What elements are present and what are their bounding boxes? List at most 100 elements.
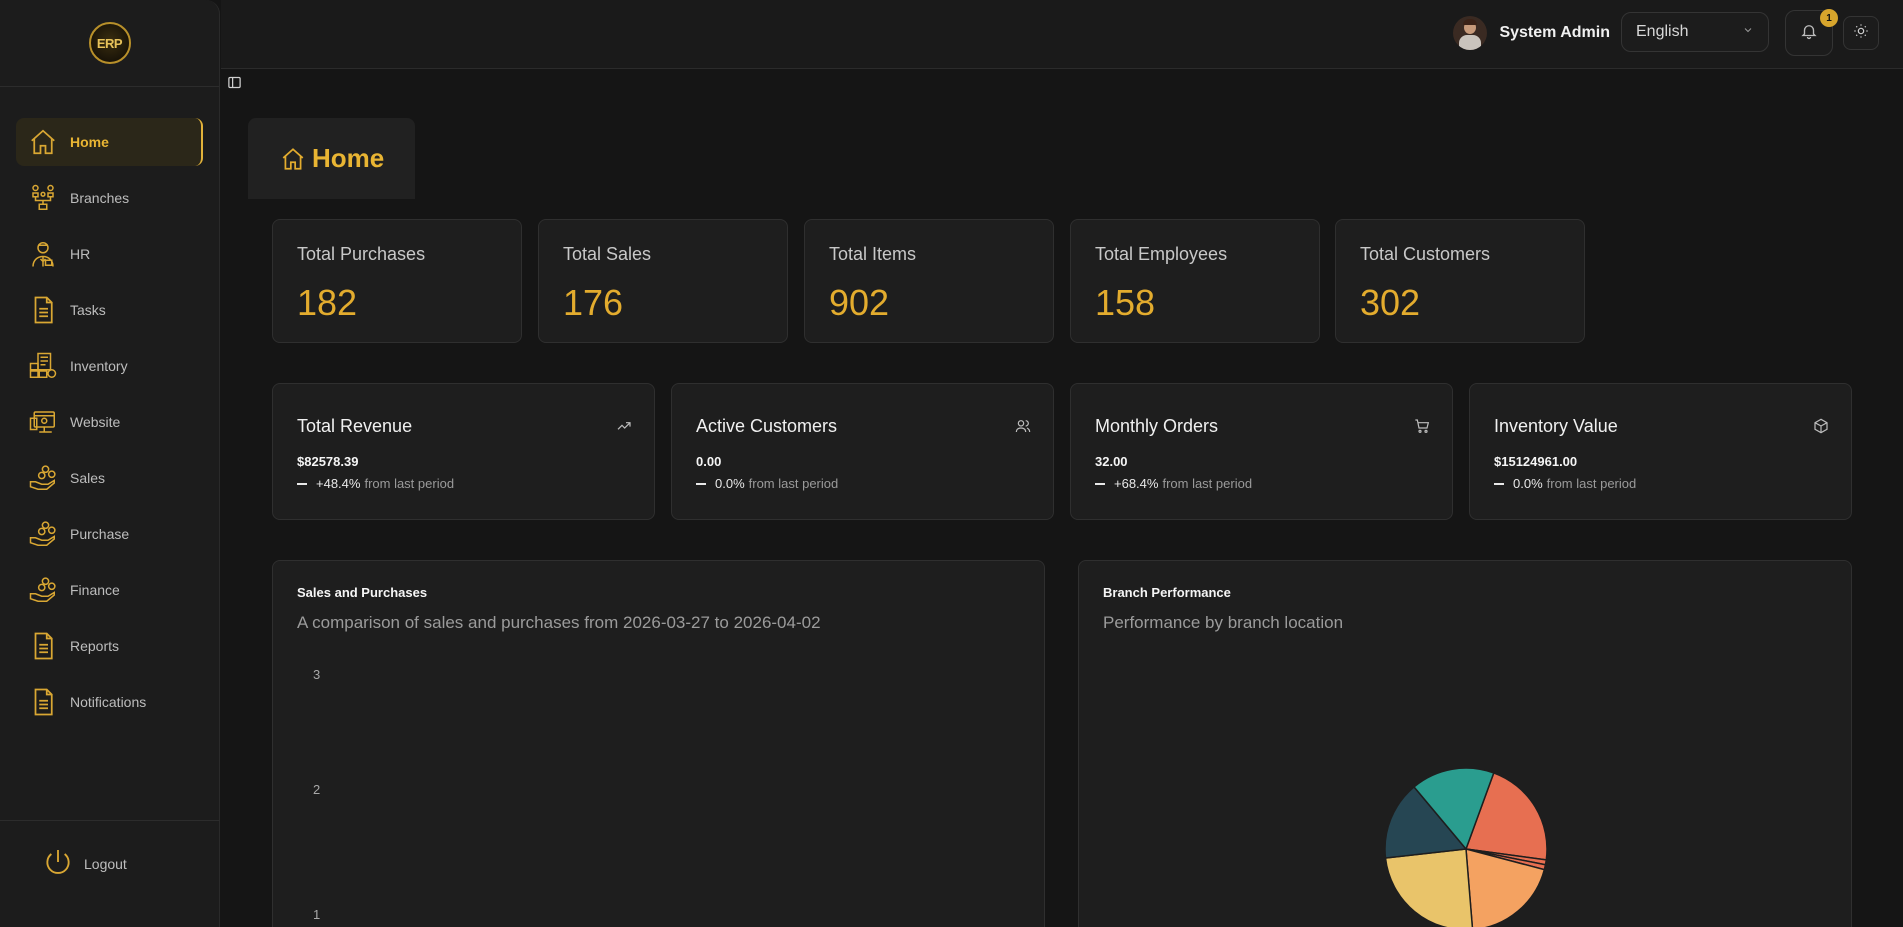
sidebar-item-sales[interactable]: Sales [16, 454, 203, 502]
stat-card-items: Total Items 902 [804, 219, 1054, 343]
branches-icon [28, 183, 58, 213]
sidebar-item-finance[interactable]: Finance [16, 566, 203, 614]
inventory-icon [28, 351, 58, 381]
sidebar-item-website[interactable]: Website [16, 398, 203, 446]
minus-icon [297, 482, 307, 485]
sidebar-item-inventory[interactable]: Inventory [16, 342, 203, 390]
kpi-value: 0.00 [696, 454, 722, 469]
stat-value: 182 [297, 282, 358, 323]
erp-logo[interactable]: ERP [88, 22, 131, 64]
topbar: System Admin English 1 [221, 0, 1903, 69]
home-icon [28, 127, 58, 157]
document-icon [28, 687, 58, 717]
notification-badge: 1 [1820, 9, 1838, 27]
sidebar-item-label: Finance [70, 582, 120, 598]
sidebar-footer: Logout [0, 820, 220, 927]
page-title-text: Home [312, 143, 385, 173]
users-icon [1015, 418, 1031, 439]
sidebar-item-label: Home [70, 134, 109, 150]
kpi-change: +48.4% from last period [297, 476, 454, 491]
kpi-value: $15124961.00 [1494, 454, 1578, 469]
kpi-change-percent: +68.4% [1114, 476, 1159, 491]
branch-performance-chart-card: Branch Performance Performance by branch… [1078, 560, 1852, 927]
kpi-change-suffix: from last period [748, 476, 839, 491]
stat-card-customers: Total Customers 302 [1335, 219, 1585, 343]
sidebar-item-notifications[interactable]: Notifications [16, 678, 203, 726]
kpi-change-percent: 0.0% [715, 476, 745, 491]
minus-icon [1095, 482, 1105, 485]
sales-purchases-chart-card: Sales and Purchases A comparison of sale… [272, 560, 1045, 927]
sidebar-item-label: HR [70, 246, 91, 262]
sidebar-item-label: Reports [70, 638, 120, 654]
sidebar-item-label: Branches [70, 190, 130, 206]
stat-label: Total Items [829, 244, 917, 264]
hr-icon [28, 239, 58, 269]
sidebar-item-hr[interactable]: HR [16, 230, 203, 278]
kpi-change-percent: 0.0% [1513, 476, 1543, 491]
sidebar-item-label: Tasks [70, 302, 106, 318]
stat-value: 158 [1095, 282, 1156, 323]
logo-area: ERP [0, 0, 219, 87]
hand-coins-icon [28, 575, 58, 605]
stat-label: Total Sales [563, 244, 652, 264]
stat-card-sales: Total Sales 176 [538, 219, 788, 343]
stat-value: 176 [563, 282, 624, 323]
sidebar-item-label: Inventory [70, 358, 128, 374]
pie-slice[interactable] [1384, 848, 1474, 927]
sidebar-item-label: Website [70, 414, 121, 430]
kpi-label: Total Revenue [297, 416, 413, 436]
minus-icon [696, 482, 706, 485]
chevron-down-icon [1742, 23, 1754, 41]
box-icon [1813, 418, 1829, 439]
stat-card-purchases: Total Purchases 182 [272, 219, 522, 343]
stat-value: 302 [1360, 282, 1421, 323]
chart-title: Sales and Purchases [297, 585, 428, 600]
minus-icon [1494, 482, 1504, 485]
kpi-change-suffix: from last period [1546, 476, 1637, 491]
website-icon [28, 407, 58, 437]
kpi-change-suffix: from last period [1162, 476, 1253, 491]
user-name: System Admin [1499, 24, 1610, 41]
page-title: Home [248, 118, 415, 199]
stat-card-employees: Total Employees 158 [1070, 219, 1320, 343]
stat-label: Total Purchases [297, 244, 426, 264]
kpi-change-percent: +48.4% [316, 476, 361, 491]
trending-up-icon [616, 418, 632, 439]
y-tick-label: 2 [313, 782, 321, 797]
sidebar-item-branches[interactable]: Branches [16, 174, 203, 222]
kpi-card-revenue: Total Revenue $82578.39 +48.4% from last… [272, 383, 655, 520]
logout-label: Logout [84, 855, 127, 872]
language-select[interactable]: English [1621, 12, 1769, 52]
kpi-change: 0.0% from last period [696, 476, 838, 491]
document-icon [28, 631, 58, 661]
kpi-card-monthly-orders: Monthly Orders 32.00 +68.4% from last pe… [1070, 383, 1453, 520]
kpi-label: Inventory Value [1494, 416, 1618, 436]
panel-left-icon [227, 76, 242, 94]
home-icon [280, 146, 306, 172]
sidebar-toggle-button[interactable] [227, 75, 242, 95]
sidebar-item-label: Purchase [70, 526, 130, 542]
sidebar-item-label: Sales [70, 470, 106, 486]
logout-button[interactable]: Logout [42, 846, 127, 881]
branch-pie-chart [1384, 767, 1548, 927]
bell-icon [1800, 22, 1818, 45]
kpi-value: 32.00 [1095, 454, 1128, 469]
sidebar-item-purchase[interactable]: Purchase [16, 510, 203, 558]
sidebar-item-home[interactable]: Home [16, 118, 203, 166]
user-menu[interactable]: System Admin [1453, 16, 1610, 50]
sidebar-item-reports[interactable]: Reports [16, 622, 203, 670]
hand-coins-icon [28, 519, 58, 549]
chart-subtitle: A comparison of sales and purchases from… [297, 613, 821, 632]
kpi-label: Monthly Orders [1095, 416, 1219, 436]
y-tick-label: 1 [313, 907, 321, 922]
kpi-card-active-customers: Active Customers 0.00 0.0% from last per… [671, 383, 1054, 520]
kpi-change: +68.4% from last period [1095, 476, 1252, 491]
kpi-change: 0.0% from last period [1494, 476, 1636, 491]
sidebar-item-tasks[interactable]: Tasks [16, 286, 203, 334]
language-value: English [1636, 23, 1689, 40]
sidebar-item-label: Notifications [70, 694, 147, 710]
theme-toggle-button[interactable] [1843, 16, 1879, 50]
stat-label: Total Employees [1095, 244, 1228, 264]
notifications-button[interactable]: 1 [1785, 9, 1838, 56]
cart-icon [1414, 418, 1430, 439]
